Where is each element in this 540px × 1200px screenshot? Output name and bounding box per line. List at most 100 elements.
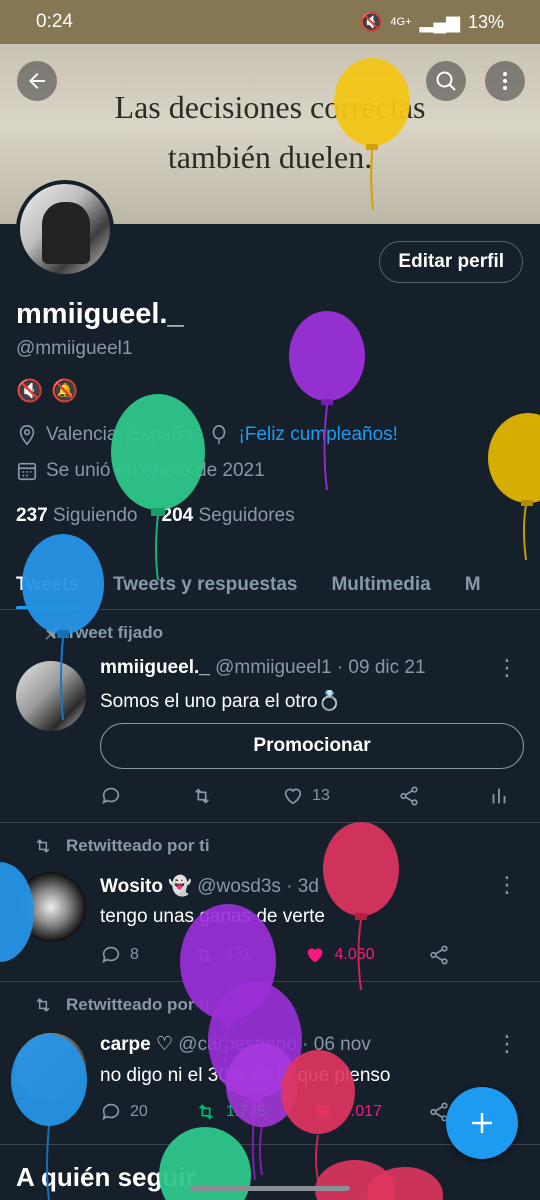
location-pin-icon [19,425,35,446]
status-bar: 0:24 🔇 4G+ ▂▄▆ 13% [0,0,540,44]
tweet-text: Somos el uno para el otro💍 [100,691,342,712]
heart-icon [284,788,302,805]
reply-count: 20 [130,1103,148,1120]
tweet-actions: 13 [100,785,510,807]
tab-media[interactable]: Multimedia [331,574,430,596]
reply-button[interactable]: 8 [100,944,139,966]
tweet-more-button[interactable]: ⋮ [496,874,518,896]
retweet-button[interactable]: 831 [192,944,251,966]
reply-count: 8 [130,946,139,963]
calendar-icon [17,462,37,481]
retweet-count: 831 [224,946,252,963]
search-button[interactable] [426,61,466,101]
profile-joined: Se unió en enero de 2021 [46,460,265,481]
profile-meta-row: Valencia, España ¡Feliz cumpleaños! [16,424,398,446]
home-indicator[interactable] [190,1186,350,1191]
heart-filled-icon [308,948,323,963]
retweet-icon [195,788,210,804]
tab-likes[interactable]: M [465,574,481,596]
mute-icon: 🔇 [359,11,383,32]
like-button[interactable]: 4.060 [304,944,375,966]
compose-tweet-button[interactable] [446,1087,518,1159]
tweet-more-button[interactable]: ⋮ [496,657,518,679]
balloon-icon [213,425,226,445]
tweet-header: Wosito 👻 @wosd3s · 3d [100,874,319,898]
following-label: Siguiendo [52,505,138,526]
retweet-icon [36,998,50,1012]
tweet-meta: @wosd3s · 3d [197,876,319,897]
reply-button[interactable] [100,785,122,807]
status-icons: 🔇 4G+ ▂▄▆ 13% [360,12,504,33]
tab-tweets-and-replies[interactable]: Tweets y respuestas [113,574,297,596]
retweet-button[interactable] [190,785,214,807]
share-button[interactable] [398,785,420,807]
tweet-social-text: Retwitteado por ti [66,995,210,1014]
like-button[interactable]: 7.017 [312,1101,382,1123]
reply-button[interactable]: 20 [100,1101,148,1123]
retweet-icon [197,947,212,963]
tweet-social-context: Retwitteado por ti [36,836,210,856]
tweet-author-avatar[interactable] [16,872,86,942]
tweet-meta: @carpesanoo · 06 nov [178,1034,371,1055]
balloon-icon [289,311,365,491]
tweet-author-avatar[interactable] [16,661,86,731]
edit-profile-button[interactable]: Editar perfil [379,241,523,283]
tweet-social-context: Retwitteado por ti [36,995,210,1015]
following-count: 237 [16,505,48,526]
share-icon [430,945,448,965]
network-label: 4G+ [390,16,412,28]
signal-icon: ▂▄▆ [419,11,460,32]
followers-link[interactable]: 204 Seguidores [162,505,295,527]
profile-location: Valencia, España [46,424,193,445]
like-count: 4.060 [334,946,375,963]
profile-avatar[interactable] [16,180,114,278]
more-options-button[interactable] [485,61,525,101]
tweet-text: tengo unas ganas de verte [100,906,326,927]
banner-quote: Las decisiones correctas también duelen. [0,82,540,182]
share-icon [400,786,418,806]
tweet-more-button[interactable]: ⋮ [496,1033,518,1055]
profile-birthday[interactable]: ¡Feliz cumpleaños! [238,424,397,446]
promote-button[interactable]: Promocionar [100,723,524,769]
back-button[interactable] [17,61,57,101]
who-to-follow-title: A quién seguir [16,1162,196,1192]
balloon-icon [315,1160,443,1200]
profile-handle: @mmiigueel1 [16,338,133,359]
arrow-left-icon [29,73,45,89]
banner-quote-line2: también duelen. [167,139,373,175]
tab-tweets[interactable]: Tweets [16,574,80,609]
share-button[interactable] [428,944,450,966]
followers-label: Seguidores [198,505,295,526]
tweet-author-name[interactable]: carpe ♡ [100,1034,173,1055]
pin-icon [45,625,62,640]
tweet-header: carpe ♡ @carpesanoo · 06 nov [100,1033,371,1056]
tweet-header: mmiigueel._ @mmiigueel1 · 09 dic 21 [100,657,426,679]
more-vertical-icon [503,72,507,90]
tweet-text: no digo ni el 30% de lo que pienso [100,1065,391,1086]
tweet-retweeted-1[interactable]: Retwitteado por ti Wosito 👻 @wosd3s · 3d… [0,824,540,982]
tweet-author-avatar[interactable] [16,1033,86,1103]
status-time: 0:24 [36,11,73,32]
tweet-author-name[interactable]: Wosito 👻 [100,876,192,897]
retweet-count: 1.775 [225,1103,266,1120]
retweet-icon [36,839,50,853]
like-button[interactable]: 13 [282,785,330,807]
analytics-button[interactable] [488,785,510,807]
avatar-photo [42,202,90,264]
tweet-pinned[interactable]: Tweet fijado mmiigueel._ @mmiigueel1 · 0… [0,611,540,823]
muted-bell-icon: 🔕 [51,378,79,403]
reply-icon [102,1103,120,1120]
reply-icon [102,787,120,804]
tweet-author-name[interactable]: mmiigueel._ [100,657,210,678]
following-link[interactable]: 237 Siguiendo [16,505,138,527]
balloon-icon [111,394,205,581]
like-count: 7.017 [341,1103,382,1120]
retweet-button[interactable]: 1.775 [194,1101,266,1123]
tweet-social-context: Tweet fijado [45,623,163,643]
tweet-social-text: Tweet fijado [66,623,163,642]
profile-bio-emojis: 🔇 🔕 [16,378,79,404]
muted-speaker-icon: 🔇 [16,378,44,403]
follow-counts: 237 Siguiendo 204 Seguidores [16,505,295,527]
followers-count: 204 [161,505,194,526]
tweet-social-text: Retwitteado por ti [66,836,210,855]
